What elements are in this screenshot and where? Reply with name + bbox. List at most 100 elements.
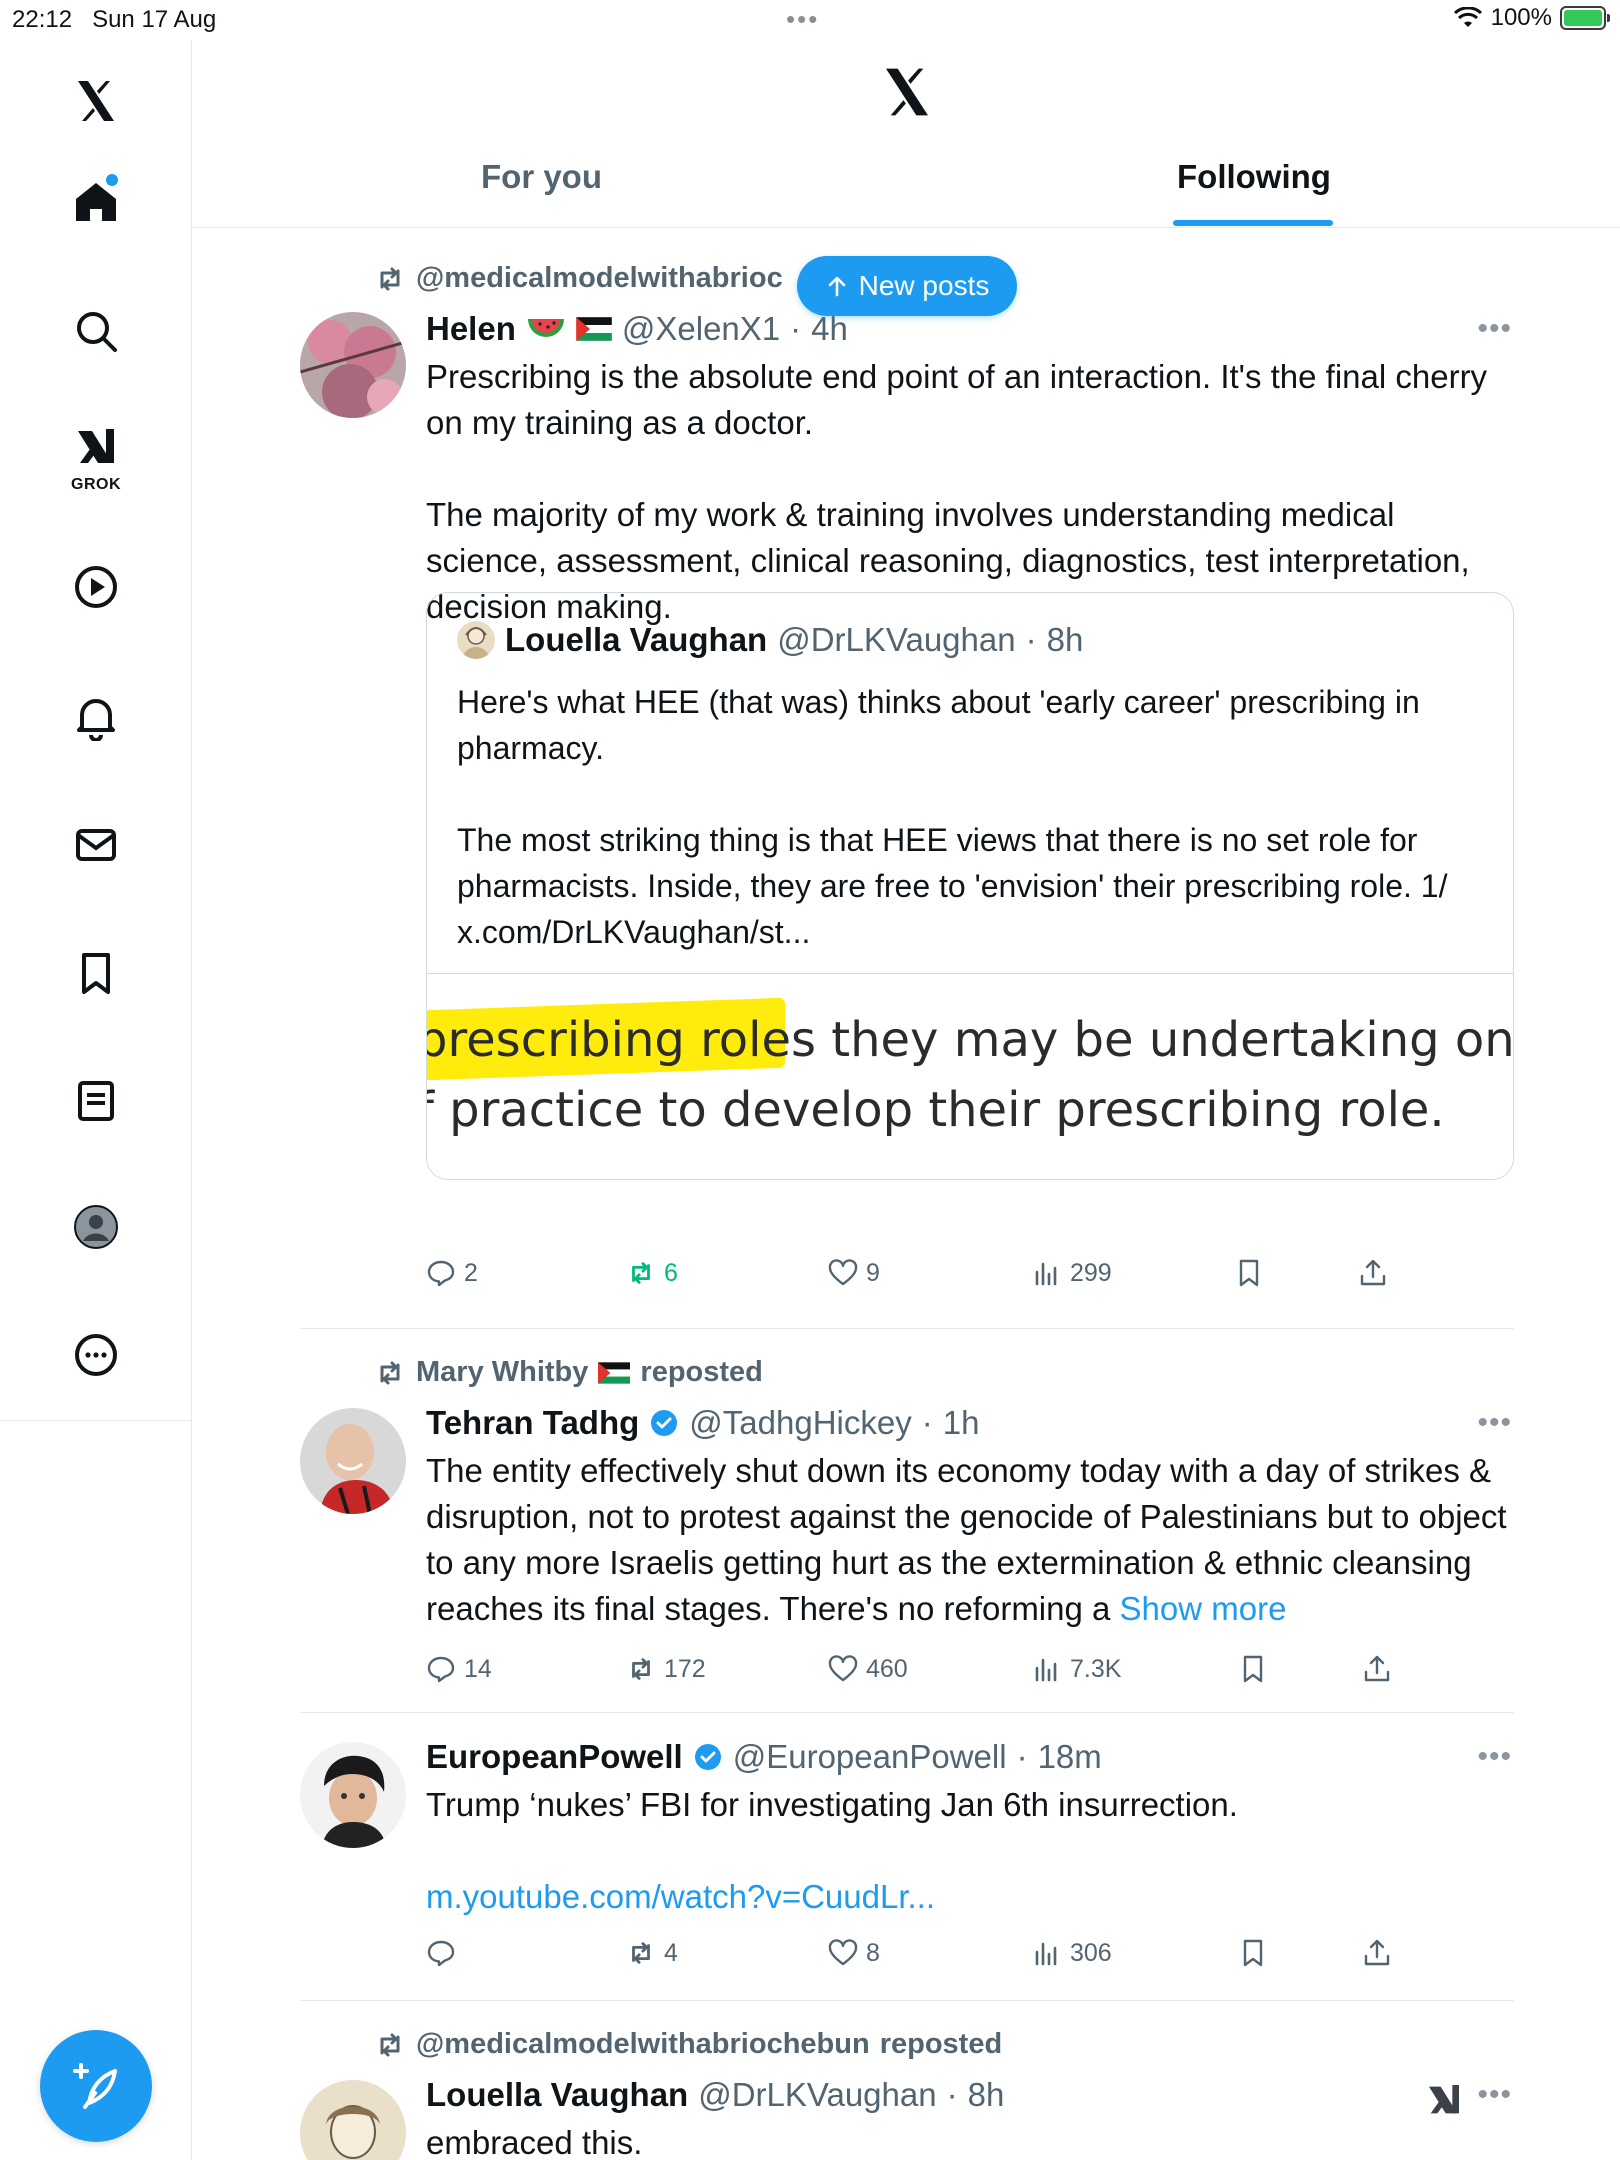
more-options-icon[interactable]: •••: [1477, 1406, 1512, 1440]
post-helen[interactable]: @medicalmodelwithabriocd Helen @XelenX1 …: [300, 238, 1514, 1328]
quote-author-name[interactable]: Louella Vaughan: [505, 621, 767, 659]
share-icon: [1364, 1939, 1390, 1966]
post-time[interactable]: 1h: [943, 1404, 980, 1442]
show-more-link[interactable]: Show more: [1120, 1590, 1287, 1627]
post-divider: [300, 2000, 1514, 2001]
avatar[interactable]: [300, 2080, 406, 2160]
post-louella-vaughan[interactable]: @medicalmodelwithabriochebun reposted Lo…: [300, 2002, 1514, 2160]
grok-icon[interactable]: [1424, 2080, 1464, 2120]
more-options-icon[interactable]: •••: [1477, 1740, 1512, 1774]
reply-icon: [427, 1940, 455, 1967]
repost-by[interactable]: Mary Whitby: [416, 1356, 588, 1389]
share-button[interactable]: [1362, 1654, 1392, 1684]
reply-icon: [427, 1656, 455, 1683]
author-handle[interactable]: @XelenX1: [622, 310, 780, 348]
author-handle[interactable]: @TadhgHickey: [689, 1404, 911, 1442]
active-tab-indicator: [1173, 220, 1333, 226]
lists-icon[interactable]: [61, 1066, 131, 1136]
quote-text: Here's what HEE (that was) thinks about …: [457, 684, 1448, 950]
author-name[interactable]: Helen: [426, 310, 516, 348]
post-divider: [300, 1712, 1514, 1713]
reply-button[interactable]: 2: [426, 1258, 478, 1288]
more-options-icon[interactable]: [61, 1320, 131, 1390]
new-posts-button[interactable]: New posts: [797, 256, 1017, 316]
battery-icon: [1560, 6, 1610, 30]
post-time[interactable]: 18m: [1038, 1738, 1102, 1776]
repost-by[interactable]: @medicalmodelwithabrioc: [416, 262, 783, 295]
x-logo-icon[interactable]: [61, 66, 131, 136]
search-icon[interactable]: [61, 296, 131, 366]
avatar[interactable]: [300, 312, 406, 418]
quoted-post[interactable]: Louella Vaughan @DrLKVaughan · 8h Here's…: [426, 592, 1514, 1180]
profile-avatar-icon[interactable]: [61, 1192, 131, 1262]
notifications-bell-icon[interactable]: [61, 682, 131, 752]
author-name[interactable]: Tehran Tadhg: [426, 1404, 639, 1442]
post-european-powell[interactable]: EuropeanPowell @EuropeanPowell · 18m •••…: [300, 1714, 1514, 1998]
palestine-flag-icon: [598, 1361, 631, 1384]
avatar[interactable]: [300, 1408, 406, 1514]
views-button[interactable]: 306: [1032, 1938, 1112, 1968]
author-handle[interactable]: @EuropeanPowell: [733, 1738, 1007, 1776]
status-right: 100%: [1453, 4, 1610, 32]
post-link[interactable]: m.youtube.com/watch?v=CuudLr...: [426, 1874, 1516, 1920]
post-header: Tehran Tadhg @TadhgHickey · 1h: [426, 1404, 980, 1442]
post-time[interactable]: 8h: [968, 2076, 1005, 2114]
repost-button[interactable]: 6: [626, 1258, 678, 1288]
share-button[interactable]: [1358, 1258, 1388, 1288]
post-actions: 4 8 306: [426, 1938, 1516, 1978]
grok-icon[interactable]: [61, 412, 131, 482]
post-text: Trump ‘nukes’ FBI for investigating Jan …: [426, 1786, 1238, 1823]
views-button[interactable]: 299: [1032, 1258, 1112, 1288]
sidebar-divider: [0, 1420, 192, 1421]
author-handle[interactable]: @DrLKVaughan: [698, 2076, 936, 2114]
verified-badge-icon: [694, 1744, 721, 1770]
share-icon: [1360, 1259, 1386, 1286]
author-name[interactable]: Louella Vaughan: [426, 2076, 688, 2114]
post-header: Helen @XelenX1 · 4h: [426, 310, 848, 348]
more-options-icon[interactable]: •••: [1477, 2078, 1512, 2112]
author-name[interactable]: EuropeanPowell: [426, 1738, 683, 1776]
views-chart-icon: [1035, 1658, 1057, 1682]
video-play-icon[interactable]: [61, 552, 131, 622]
bookmarks-icon[interactable]: [61, 938, 131, 1008]
status-bar: 22:12 Sun 17 Aug ••• 100%: [0, 0, 1620, 40]
repost-icon: [380, 1361, 400, 1384]
post-tehran-tadhg[interactable]: Mary Whitby reposted Tehran Tadhg @Tadhg…: [300, 1330, 1514, 1710]
heart-icon: [828, 1259, 858, 1286]
views-button[interactable]: 7.3K: [1032, 1654, 1121, 1684]
bookmark-button[interactable]: [1238, 1938, 1268, 1968]
quote-image-line2: f practice to develop their prescribing …: [427, 1082, 1445, 1138]
post-actions: 2 6 9 299: [426, 1258, 1516, 1298]
watermelon-emoji-icon: [527, 319, 564, 337]
feather-plus-icon: [73, 2063, 117, 2109]
tab-following[interactable]: Following: [1177, 158, 1331, 196]
quote-header: Louella Vaughan @DrLKVaughan · 8h: [457, 621, 1083, 659]
multitasking-dots-icon[interactable]: •••: [786, 4, 819, 35]
home-icon[interactable]: [61, 166, 131, 236]
repost-button[interactable]: 4: [626, 1938, 678, 1968]
avatar[interactable]: [300, 1742, 406, 1848]
tab-for-you[interactable]: For you: [481, 158, 602, 196]
post-text: Prescribing is the absolute end point of…: [426, 358, 1488, 625]
repost-icon: [632, 1942, 650, 1964]
bookmark-button[interactable]: [1234, 1258, 1264, 1288]
quote-image[interactable]: prescribing roles they may be undertakin…: [427, 973, 1513, 1179]
bookmark-button[interactable]: [1238, 1654, 1268, 1684]
repost-by[interactable]: @medicalmodelwithabriochebun: [416, 2028, 870, 2061]
quote-author-handle[interactable]: @DrLKVaughan: [777, 621, 1015, 659]
messages-envelope-icon[interactable]: [61, 810, 131, 880]
more-options-icon[interactable]: •••: [1477, 312, 1512, 346]
like-button[interactable]: 460: [828, 1654, 908, 1684]
palestine-flag-icon: [575, 317, 612, 341]
views-chart-icon: [1035, 1942, 1057, 1966]
grok-label: GROK: [71, 476, 121, 493]
reply-button[interactable]: [426, 1938, 464, 1968]
reply-button[interactable]: 14: [426, 1654, 492, 1684]
like-button[interactable]: 8: [828, 1938, 880, 1968]
quote-time: 8h: [1046, 621, 1084, 658]
repost-button[interactable]: 172: [626, 1654, 706, 1684]
compose-post-button[interactable]: [40, 2030, 152, 2142]
share-button[interactable]: [1362, 1938, 1392, 1968]
status-time: 22:12 Sun 17 Aug: [12, 6, 217, 33]
like-button[interactable]: 9: [828, 1258, 880, 1288]
